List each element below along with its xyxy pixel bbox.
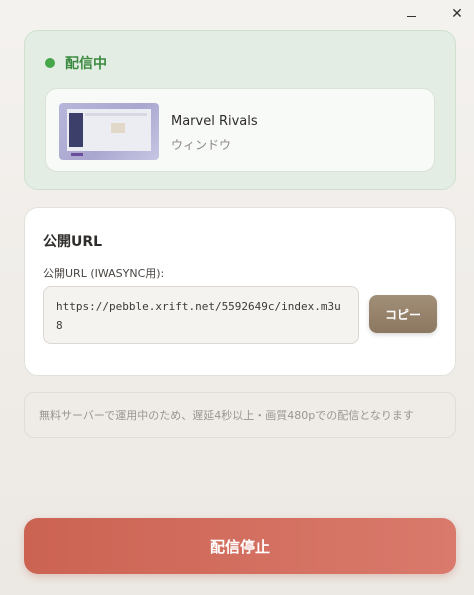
status-row: 配信中 [45, 53, 107, 73]
live-indicator-icon [45, 58, 55, 68]
server-notice: 無料サーバーで運用中のため、遅延4秒以上・画質480pでの配信となります [24, 392, 456, 438]
title-bar: ✕ [0, 0, 474, 28]
source-type: ウィンドウ [171, 138, 232, 152]
status-label: 配信中 [65, 56, 107, 72]
public-url-title: 公開URL [43, 234, 103, 250]
capture-source: Marvel Rivals ウィンドウ [45, 88, 435, 172]
stop-streaming-button[interactable]: 配信停止 [24, 518, 456, 574]
public-url-field[interactable]: https://pebble.xrift.net/5592649c/index.… [43, 286, 359, 344]
public-url-card: 公開URL 公開URL (IWASYNC用): https://pebble.x… [24, 207, 456, 376]
close-icon: ✕ [451, 6, 463, 22]
public-url-field-label: 公開URL (IWASYNC用): [43, 267, 165, 280]
server-notice-text: 無料サーバーで運用中のため、遅延4秒以上・画質480pでの配信となります [39, 409, 414, 422]
app-window: ✕ 配信中 Marvel Rivals ウィンドウ 公開URL 公開URL (I… [0, 0, 474, 595]
source-thumbnail [59, 103, 159, 160]
copy-button[interactable]: コピー [369, 295, 437, 333]
close-button[interactable]: ✕ [446, 4, 468, 24]
streaming-status-card: 配信中 Marvel Rivals ウィンドウ [24, 30, 456, 190]
minimize-button[interactable] [400, 4, 422, 24]
minimize-icon [406, 15, 416, 17]
source-name: Marvel Rivals [171, 114, 258, 129]
